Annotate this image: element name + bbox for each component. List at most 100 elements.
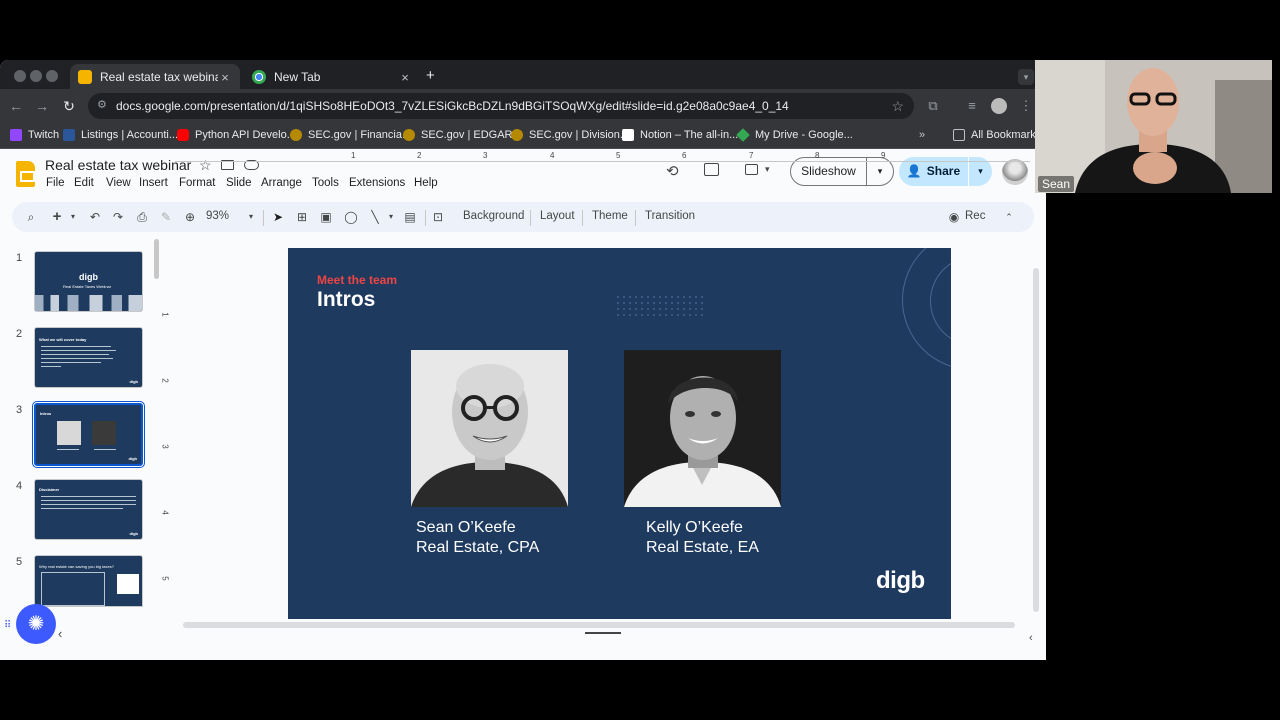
bookmark-twitch[interactable]: Twitch	[10, 129, 59, 141]
thumb-logo: digb	[128, 456, 137, 461]
more-bookmarks-icon[interactable]: »	[919, 129, 925, 141]
media-controls-icon[interactable]: ≡	[964, 98, 980, 114]
add-comment-icon[interactable]: ⊡	[430, 209, 446, 225]
menu-help[interactable]: Help	[414, 177, 438, 189]
menu-arrange[interactable]: Arrange	[261, 177, 302, 189]
redo-icon[interactable]: ↷	[110, 209, 126, 225]
record-icon[interactable]: ◉	[946, 209, 962, 225]
slide-thumbnail-4[interactable]: Disclaimer digb	[34, 479, 143, 540]
slideshow-dropdown-icon[interactable]: ▾	[867, 166, 893, 177]
line-icon[interactable]: ╲	[367, 209, 383, 225]
share-people-icon: 👤	[906, 164, 922, 178]
window-close-dot[interactable]	[14, 70, 26, 82]
menu-edit[interactable]: Edit	[74, 177, 94, 189]
bookmark-listings[interactable]: Listings | Accounti...	[63, 129, 178, 141]
zoom-icon[interactable]: ⊕	[182, 209, 198, 225]
bookmark-sec-financial[interactable]: SEC.gov | Financia...	[290, 129, 411, 141]
meet-camera-icon[interactable]	[745, 164, 758, 175]
undo-icon[interactable]: ↶	[87, 209, 103, 225]
slide-title[interactable]: Intros	[317, 288, 375, 312]
slide-thumbnail-1[interactable]: digb Real Estate Taxes Webinar	[34, 251, 143, 312]
tab-new-tab[interactable]: New Tab ×	[244, 64, 420, 90]
horizontal-scrollbar[interactable]	[183, 622, 1015, 628]
person-role[interactable]: Real Estate, CPA	[416, 538, 539, 558]
menu-extensions[interactable]: Extensions	[349, 177, 405, 189]
person-name[interactable]: Sean O’Keefe	[416, 518, 516, 538]
layout-button[interactable]: Layout	[540, 210, 575, 222]
digb-logo: digb	[876, 567, 925, 594]
comment-add-icon[interactable]: ▤	[402, 209, 418, 225]
profile-avatar[interactable]	[991, 98, 1007, 114]
side-panel-chevron-icon[interactable]: ‹	[1029, 632, 1033, 644]
slide-kicker[interactable]: Meet the team	[317, 273, 397, 287]
window-zoom-dot[interactable]	[46, 70, 58, 82]
collapse-chevron-icon[interactable]: ⌃	[1001, 209, 1017, 225]
close-icon[interactable]: ×	[398, 70, 412, 85]
theme-button[interactable]: Theme	[592, 210, 628, 222]
ruler-number: 2	[160, 378, 170, 383]
kebab-menu-icon[interactable]: ⋮	[1018, 98, 1034, 114]
share-dropdown-icon[interactable]: ▾	[969, 166, 992, 177]
new-tab-button[interactable]: +	[426, 67, 435, 84]
collapse-filmstrip-icon[interactable]: ‹	[58, 626, 62, 641]
reload-icon[interactable]: ↻	[61, 98, 77, 114]
drag-handle-icon[interactable]: ⠿	[4, 620, 11, 631]
text-box-icon[interactable]: ⊞	[294, 209, 310, 225]
kelly-photo[interactable]	[624, 350, 781, 507]
webcam-overlay	[1035, 60, 1272, 193]
search-menus-icon[interactable]: ⌕	[23, 209, 39, 225]
menu-view[interactable]: View	[106, 177, 131, 189]
tab-slides[interactable]: Real estate tax webinar - Goo ×	[70, 64, 240, 90]
bookmark-my-drive[interactable]: My Drive - Google...	[736, 128, 853, 142]
slide-canvas[interactable]: Meet the team Intros Sean O’Keefe Real E…	[288, 248, 951, 619]
bookmark-notion[interactable]: Notion – The all-in...	[622, 129, 738, 141]
vertical-scrollbar[interactable]	[1033, 268, 1039, 612]
menu-slide[interactable]: Slide	[226, 177, 252, 189]
version-history-icon[interactable]: ⟲	[666, 164, 679, 180]
all-bookmarks[interactable]: All Bookmarks	[953, 129, 1041, 141]
shape-icon[interactable]: ◯	[343, 209, 359, 225]
meet-dropdown-icon[interactable]: ▾	[765, 164, 770, 175]
comments-icon[interactable]	[704, 163, 719, 176]
menu-file[interactable]: File	[46, 177, 65, 189]
sean-photo[interactable]	[411, 350, 568, 507]
select-cursor-icon[interactable]: ➤	[270, 209, 286, 225]
thumb-text-line	[41, 508, 123, 509]
window-minimize-dot[interactable]	[30, 70, 42, 82]
line-dropdown-icon[interactable]: ▾	[383, 209, 399, 225]
close-icon[interactable]: ×	[218, 70, 232, 85]
image-icon[interactable]: ▣	[318, 209, 334, 225]
slide-thumbnail-2[interactable]: What we will cover today digb	[34, 327, 143, 388]
new-slide-dropdown-icon[interactable]: ▾	[65, 209, 81, 225]
extensions-icon[interactable]: ⧉	[925, 98, 941, 114]
tab-search-chevron-icon[interactable]: ▾	[1018, 69, 1034, 85]
transition-button[interactable]: Transition	[645, 210, 695, 222]
slide-thumbnail-5[interactable]: Why real estate can saving you big taxes…	[34, 555, 143, 607]
thumb-text-line	[94, 449, 116, 450]
filmstrip-scrollbar[interactable]	[154, 239, 159, 279]
site-info-icon[interactable]: ⚙	[97, 99, 109, 111]
menu-format[interactable]: Format	[179, 177, 215, 189]
divider	[635, 210, 636, 226]
zoom-select[interactable]: 93%	[206, 210, 229, 222]
person-name[interactable]: Kelly O’Keefe	[646, 518, 743, 538]
bookmark-sec-edgar[interactable]: SEC.gov | EDGAR...	[403, 129, 522, 141]
address-bar[interactable]: ⚙ docs.google.com/presentation/d/1qiSHSo…	[88, 93, 914, 119]
assistant-gear-icon[interactable]: ✺	[16, 604, 56, 644]
zoom-dropdown-icon[interactable]: ▾	[243, 209, 259, 225]
forward-arrow-icon[interactable]: →	[34, 98, 50, 114]
bookmark-star-icon[interactable]: ☆	[891, 98, 904, 115]
bookmark-python-api[interactable]: Python API Develo...	[177, 129, 296, 141]
person-role[interactable]: Real Estate, EA	[646, 538, 759, 558]
bookmark-sec-division[interactable]: SEC.gov | Division...	[511, 129, 629, 141]
slide-thumbnail-3[interactable]: Intros digb	[32, 401, 145, 468]
speaker-notes-handle[interactable]	[585, 632, 621, 634]
back-arrow-icon[interactable]: ←	[8, 98, 24, 114]
new-slide-icon[interactable]: +	[49, 209, 65, 225]
rec-button[interactable]: Rec	[965, 210, 985, 222]
thumb-note-box	[117, 574, 139, 594]
menu-tools[interactable]: Tools	[312, 177, 339, 189]
background-button[interactable]: Background	[463, 210, 524, 222]
print-icon[interactable]: ⎙	[134, 209, 150, 225]
slides-logo-icon[interactable]	[16, 161, 35, 187]
